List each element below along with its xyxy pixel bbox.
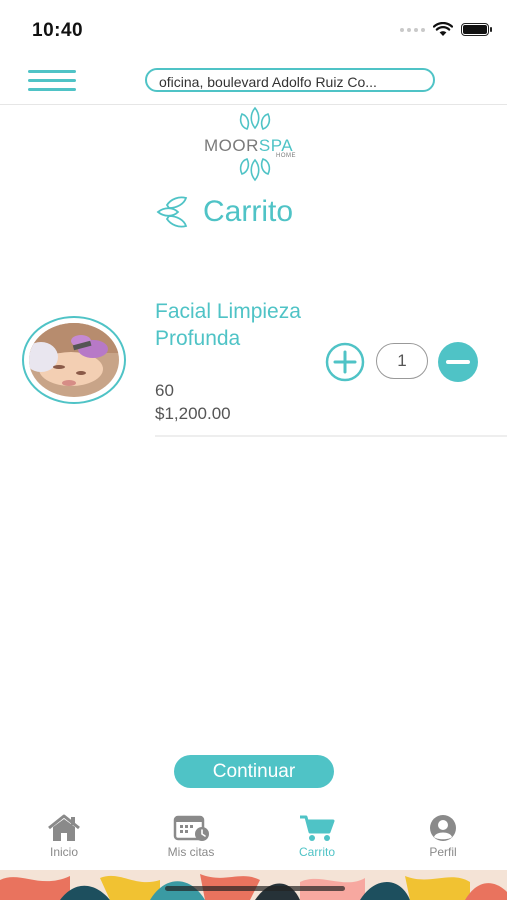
- quantity-value: 1: [376, 343, 428, 379]
- leaves-icon: [156, 196, 188, 228]
- service-name: Facial Limpieza Profunda: [155, 300, 301, 350]
- logo: MOORSPA HOME: [200, 106, 310, 182]
- status-time: 10:40: [32, 20, 84, 41]
- service-price: $1,200.00: [155, 404, 231, 423]
- home-icon: [48, 814, 80, 841]
- service-image: [22, 316, 126, 404]
- status-icons: [400, 22, 492, 37]
- decrease-quantity-button[interactable]: [438, 342, 478, 382]
- item-divider: [155, 435, 507, 437]
- decorative-pattern: [0, 870, 507, 900]
- calendar-clock-icon: [173, 815, 209, 841]
- tab-carrito[interactable]: Carrito: [267, 814, 367, 859]
- plus-icon: [325, 342, 365, 382]
- address-selector[interactable]: oficina, boulevard Adolfo Ruiz Co...: [145, 68, 435, 92]
- top-bar: oficina, boulevard Adolfo Ruiz Co...: [0, 58, 507, 105]
- increase-quantity-button[interactable]: [325, 342, 365, 382]
- tab-inicio[interactable]: Inicio: [14, 814, 114, 859]
- menu-button[interactable]: [28, 70, 76, 92]
- tab-perfil[interactable]: Perfil: [393, 814, 493, 859]
- wifi-icon: [433, 22, 453, 36]
- hamburger-icon: [28, 70, 76, 73]
- battery-icon: [461, 23, 492, 36]
- service-duration: 60: [155, 381, 174, 400]
- page-title-row: Carrito: [155, 195, 293, 229]
- tab-mis-citas[interactable]: Mis citas: [141, 814, 241, 859]
- cart-item: Facial Limpieza Profunda 60 $1,200.00 1: [0, 290, 507, 440]
- user-icon: [430, 815, 456, 841]
- continue-button[interactable]: Continuar: [174, 755, 334, 788]
- signal-icon: [400, 27, 425, 32]
- cart-icon: [300, 815, 335, 841]
- logo-subtext: HOME: [276, 153, 296, 159]
- tab-label-inicio: Inicio: [49, 845, 78, 859]
- page-title: Carrito: [203, 195, 294, 228]
- tab-label-mis-citas: Mis citas: [167, 845, 215, 859]
- status-bar: 10:40: [0, 0, 507, 58]
- tab-bar: Inicio Mis citas Carrito Perfil: [0, 806, 507, 870]
- tab-label-carrito: Carrito: [298, 845, 335, 859]
- home-indicator: [165, 886, 345, 891]
- tab-label-perfil: Perfil: [429, 845, 457, 859]
- minus-icon: [438, 342, 478, 382]
